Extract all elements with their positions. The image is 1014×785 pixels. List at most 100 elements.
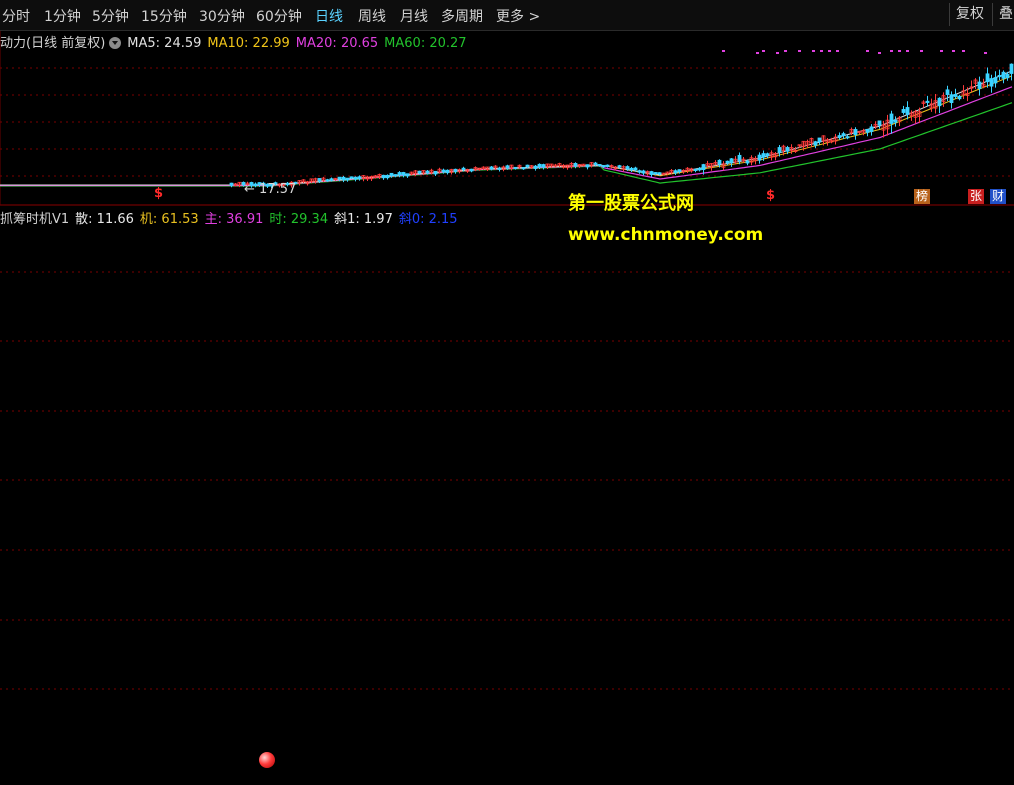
candle-body (593, 162, 598, 165)
indicator-title: 抓筹时机V1 (0, 212, 70, 227)
indicator-ji-value: 机: 61.53 (139, 212, 199, 227)
watermark-url: www.chnmoney.com (568, 225, 764, 245)
event-marker-dollar[interactable]: $ (766, 188, 775, 203)
period-tab-intraday[interactable]: 分时 (2, 6, 30, 26)
candle-body (993, 77, 998, 84)
kline-chart[interactable] (0, 0, 1014, 785)
candle-body (329, 178, 334, 181)
signal-dot (890, 50, 893, 52)
candle-body (1009, 63, 1014, 74)
candle-body (513, 166, 518, 169)
period-tab-30min[interactable]: 30分钟 (199, 6, 245, 26)
candle-body (341, 176, 346, 181)
signal-dot (756, 52, 759, 54)
candle-body (673, 170, 678, 174)
candle-body (441, 169, 446, 173)
period-tab-60min[interactable]: 60分钟 (256, 6, 302, 26)
indicator-xie0-value: 斜0: 2.15 (398, 212, 458, 227)
low-price-annotation: ← 17.57 (244, 182, 297, 197)
period-tab-1min[interactable]: 1分钟 (44, 6, 81, 26)
candle-body (317, 178, 322, 182)
candle-body (693, 168, 698, 171)
candle-body (737, 154, 742, 162)
candle-body (889, 113, 894, 124)
candle-body (765, 153, 770, 156)
ma20-value: MA20: 20.65 (295, 36, 379, 51)
main-chart-title: 动力(日线 前复权) (0, 36, 106, 51)
tag-bang[interactable]: 榜 (914, 189, 930, 204)
indicator-shi-value: 时: 29.34 (269, 212, 329, 227)
candle-body (401, 172, 406, 176)
candle-body (641, 170, 646, 174)
signal-dot (920, 50, 923, 52)
signal-dot (906, 50, 909, 52)
candle-body (393, 174, 398, 177)
candle-body (997, 75, 1002, 78)
candle-body (1001, 71, 1006, 79)
candle-body (953, 94, 958, 97)
ma5-value: MA5: 24.59 (127, 36, 202, 51)
adjust-button[interactable]: 复权 (949, 3, 990, 26)
candle-body (657, 172, 662, 175)
candle-body (853, 129, 858, 135)
candle-body (385, 174, 390, 179)
candle-body (397, 172, 402, 176)
period-tab-daily[interactable]: 日线 (315, 6, 343, 26)
period-tab-5min[interactable]: 5分钟 (92, 6, 129, 26)
candle-body (357, 176, 362, 180)
candle-body (977, 81, 982, 89)
candle-body (381, 174, 386, 179)
candle-body (625, 166, 630, 170)
indicator-san-value: 散: 11.66 (75, 212, 134, 227)
candle-body (745, 160, 750, 164)
candle-body (869, 126, 874, 132)
candle-body (725, 160, 730, 164)
candle-body (945, 89, 950, 95)
ma20-line (0, 86, 1013, 187)
ma60-line (0, 102, 1013, 187)
candle-body (637, 170, 642, 173)
candle-body (761, 153, 766, 158)
signal-dot (784, 50, 787, 52)
candle-body (1005, 73, 1010, 79)
overlay-button[interactable]: 叠 (992, 3, 1014, 26)
candle-body (901, 109, 906, 113)
candle-body (837, 135, 842, 139)
status-ball-icon[interactable] (259, 752, 275, 768)
watermark-site-name: 第一股票公式网 (568, 193, 694, 214)
candle-body (597, 164, 602, 167)
candle-body (985, 73, 990, 83)
candle-body (757, 154, 762, 161)
candle-body (525, 164, 530, 168)
signal-dot (722, 50, 725, 52)
candle-body (865, 128, 870, 133)
candle-body (893, 120, 898, 123)
event-marker-dollar[interactable]: $ (154, 186, 163, 201)
period-tab-more[interactable]: 更多 > (496, 6, 540, 26)
candle-body (521, 167, 526, 170)
candle-body (677, 169, 682, 173)
signal-dot (984, 52, 987, 54)
period-tab-15min[interactable]: 15分钟 (141, 6, 187, 26)
ma10-value: MA10: 22.99 (207, 36, 290, 51)
tag-cai[interactable]: 财 (990, 189, 1006, 204)
candle-body (717, 159, 722, 165)
period-tab-multi[interactable]: 多周期 (441, 6, 483, 26)
period-toolbar: 分时 1分钟 5分钟 15分钟 30分钟 60分钟 日线 周线 月线 多周期 更… (0, 0, 1014, 31)
candle-body (229, 182, 234, 186)
candle-body (817, 137, 822, 143)
info-dropdown-icon[interactable] (109, 37, 122, 49)
candle-body (989, 78, 994, 87)
candle-body (729, 158, 734, 163)
period-tab-weekly[interactable]: 周线 (358, 6, 386, 26)
candle-body (701, 164, 706, 171)
tag-zhang[interactable]: 张 (968, 189, 984, 204)
candle-body (425, 170, 430, 174)
candle-body (573, 163, 578, 167)
signal-dot (812, 50, 815, 52)
signal-dot (798, 50, 801, 52)
ma-legend: 动力(日线 前复权) MA5: 24.59 MA10: 22.99 MA20: 20.… (0, 32, 473, 51)
indicator-zhu-value: 主: 36.91 (204, 212, 264, 227)
candle-body (841, 133, 846, 137)
period-tab-monthly[interactable]: 月线 (400, 6, 428, 26)
